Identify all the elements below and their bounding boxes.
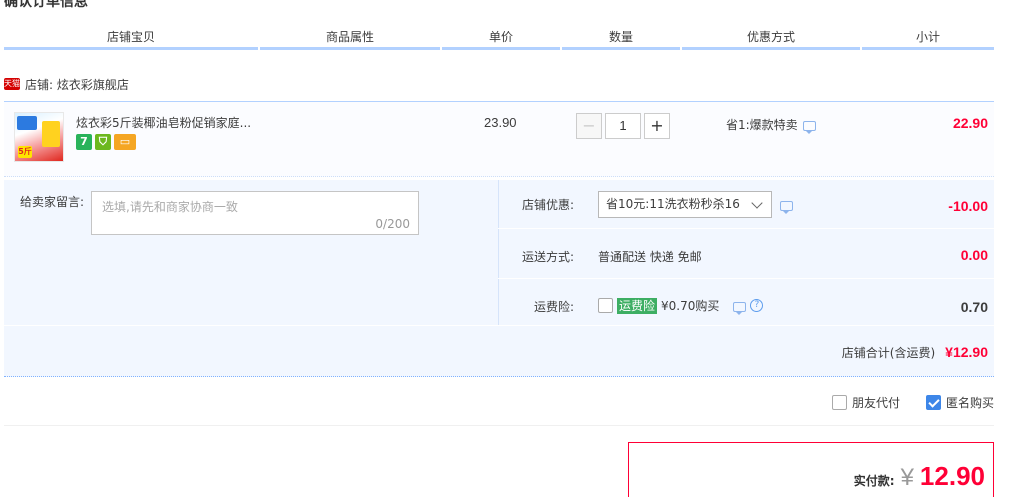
insurance-label: 运费险: <box>533 300 574 314</box>
order-extras-panel: 给卖家留言: 选填,请先和商家协商一致 0/200 店铺优惠: 省10元:11洗… <box>4 180 994 377</box>
shop-total: 店铺合计(含运费) ¥12.90 <box>842 344 988 361</box>
payment-amount: 12.90 <box>919 461 985 491</box>
tmall-badge-icon: 天猫 <box>4 78 20 90</box>
shop-name-link[interactable]: 店铺: 炫衣彩旗舰店 <box>25 76 129 93</box>
row-separator <box>4 325 994 326</box>
shop-discount-label: 店铺优惠: <box>521 198 574 212</box>
shop-coupon-select[interactable]: 省10元:11洗衣粉秒杀16 <box>598 191 772 218</box>
thumbnail-package-yellow <box>42 121 60 147</box>
friend-pay-checkbox[interactable] <box>831 395 847 410</box>
shop-total-label: 店铺合计(含运费) <box>841 346 936 360</box>
insurance-fee: 0.70 <box>960 299 988 315</box>
thumbnail-package-blue <box>17 116 37 130</box>
quantity-stepper: − 1 + <box>576 113 670 139</box>
column-header-item: 店铺宝贝 <box>4 26 258 50</box>
anonymous-purchase-checkbox[interactable] <box>925 395 941 410</box>
anonymous-purchase-label: 匿名购买 <box>945 396 994 410</box>
comment-icon[interactable] <box>802 120 816 134</box>
shipping-label: 运送方式: <box>521 250 574 264</box>
product-service-icons: 7 ⛉ ▭ <box>76 134 136 150</box>
divider <box>4 425 994 426</box>
payment-summary-box: 实付款: ¥ 12.90 <box>628 442 994 497</box>
thumbnail-weight-tag: 5斤 <box>18 146 32 158</box>
insurance-comment-icon[interactable] <box>733 301 747 315</box>
friend-pay-label: 朋友代付 <box>851 396 900 410</box>
product-title-link[interactable]: 炫衣彩5斤装椰油皂粉促销家庭... <box>76 114 251 131</box>
insurance-option: 运费险 ¥0.70购买 ? <box>598 297 764 315</box>
item-discount-text: 省1:爆款特卖 <box>726 118 798 132</box>
shipping-method: 普通配送 快递 免邮 <box>598 250 702 264</box>
shop-coupon-selected: 省10元:11洗衣粉秒杀16 <box>606 197 740 211</box>
column-header-discount: 优惠方式 <box>682 26 860 50</box>
help-icon[interactable]: ? <box>750 299 764 312</box>
seven-day-return-icon[interactable]: 7 <box>76 134 92 150</box>
product-thumbnail[interactable]: 5斤 <box>14 112 64 162</box>
shipping-fee: 0.00 <box>960 247 988 263</box>
payment-summary: 实付款: ¥ 12.90 <box>854 461 985 492</box>
insurance-checkbox[interactable] <box>598 298 613 313</box>
consumer-protection-icon[interactable]: ⛉ <box>95 134 111 150</box>
shop-discount-value: -10.00 <box>948 198 988 214</box>
credit-card-icon[interactable]: ▭ <box>114 134 136 150</box>
quantity-input[interactable]: 1 <box>605 113 641 139</box>
decrease-quantity-button[interactable]: − <box>576 113 602 139</box>
shop-total-amount: ¥12.90 <box>945 344 988 360</box>
seller-message-counter: 0/200 <box>375 217 410 231</box>
column-header-subtotal: 小计 <box>862 26 994 50</box>
column-header-quantity: 数量 <box>562 26 680 50</box>
seller-message-textarea[interactable]: 选填,请先和商家协商一致 0/200 <box>91 191 419 235</box>
row-separator <box>498 228 994 229</box>
seller-message-placeholder: 选填,请先和商家协商一致 <box>102 200 238 214</box>
insurance-tag: 运费险 <box>617 297 658 314</box>
payment-label: 实付款: <box>853 474 895 488</box>
order-item-row: 5斤 炫衣彩5斤装椰油皂粉促销家庭... 7 ⛉ ▭ 23.90 − 1 + 省… <box>4 101 994 177</box>
insurance-price-text: ¥0.70购买 <box>661 299 720 313</box>
column-header-attributes: 商品属性 <box>260 26 440 50</box>
row-separator <box>498 278 994 279</box>
shop-row: 天猫 店铺: 炫衣彩旗舰店 <box>4 75 129 93</box>
item-subtotal: 22.90 <box>952 115 988 131</box>
section-title: 确认订单信息 <box>4 0 88 10</box>
chevron-down-icon <box>751 197 763 209</box>
increase-quantity-button[interactable]: + <box>644 113 670 139</box>
column-header-row: 店铺宝贝 商品属性 单价 数量 优惠方式 小计 <box>4 26 994 50</box>
order-options: 朋友代付 匿名购买 <box>831 394 994 411</box>
column-header-price: 单价 <box>442 26 560 50</box>
anonymous-purchase-option[interactable]: 匿名购买 <box>925 394 994 411</box>
unit-price: 23.90 <box>484 115 517 130</box>
seller-message-label: 给卖家留言: <box>20 195 85 209</box>
currency-symbol: ¥ <box>900 464 914 491</box>
item-discount: 省1:爆款特卖 <box>726 116 816 134</box>
friend-pay-option[interactable]: 朋友代付 <box>831 394 900 411</box>
coupon-comment-icon[interactable] <box>780 201 793 214</box>
